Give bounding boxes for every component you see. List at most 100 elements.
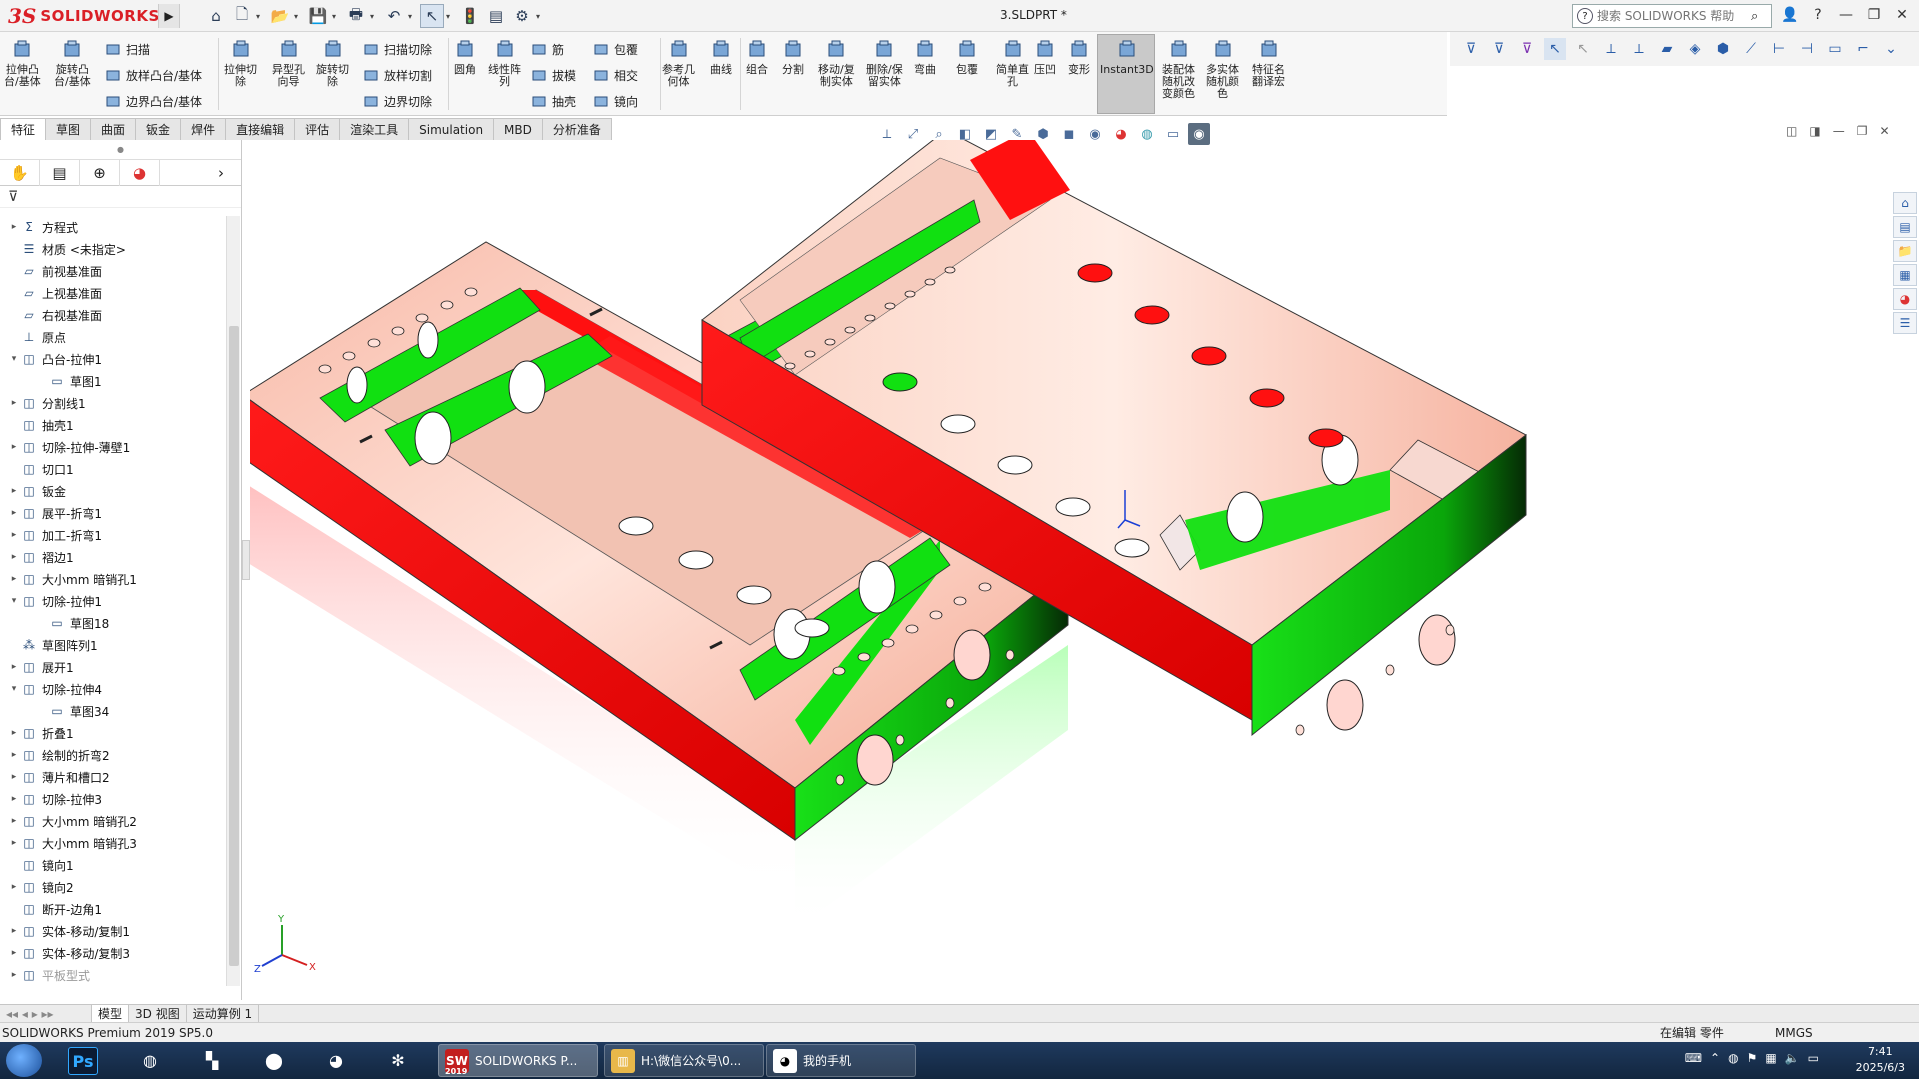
minimize-icon[interactable]: — — [1835, 4, 1857, 26]
expand-arrow-icon[interactable]: ▸ — [8, 948, 20, 958]
expand-arrow-icon[interactable]: ▸ — [8, 398, 20, 408]
view-settings-icon[interactable]: ▭ — [1162, 123, 1184, 145]
ribbon-button-assembly-random-color[interactable]: 装配体 随机改 变颜色 — [1162, 36, 1195, 100]
tree-item[interactable]: ▸ ◫ 折叠1 — [0, 722, 226, 744]
tab-6[interactable]: 评估 — [294, 118, 341, 140]
bottom-tab-0[interactable]: 模型 — [92, 1004, 130, 1023]
filter-faces-icon[interactable]: ⊽ — [1488, 38, 1510, 60]
chrome-icon[interactable]: ◕ — [314, 1045, 358, 1076]
sketch-fillet-icon[interactable]: ⌐ — [1852, 38, 1874, 60]
ribbon-button-instant3d[interactable]: Instant3D — [1100, 36, 1154, 76]
tree-item[interactable]: ▸ ◫ 实体-移动/复制3 — [0, 942, 226, 964]
ribbon-button-revolve-cut[interactable]: 旋转切 除 — [316, 36, 349, 88]
help-search-box[interactable]: ? ⌕ — [1572, 4, 1772, 28]
plane-tool-icon[interactable]: ▰ — [1656, 38, 1678, 60]
expand-arrow-icon[interactable]: ▸ — [8, 926, 20, 936]
ribbon-button-draft[interactable]: 拔模 — [530, 64, 576, 86]
tree-item[interactable]: ▸ ◫ 薄片和槽口2 — [0, 766, 226, 788]
expand-arrow-icon[interactable]: ▸ — [8, 882, 20, 892]
more-tools-icon[interactable]: ⌄ — [1880, 38, 1902, 60]
hide-show-icon[interactable]: ◉ — [1084, 123, 1106, 145]
propertymanager-tab-icon[interactable]: ▤ — [40, 159, 80, 186]
help-search-input[interactable] — [1597, 9, 1747, 23]
options-gear-icon[interactable]: ⚙ — [510, 4, 534, 28]
ribbon-button-lofted-cut[interactable]: 放样切割 — [362, 64, 432, 86]
filter-edges-icon[interactable]: ⊽ — [1516, 38, 1538, 60]
zoom-to-fit-icon[interactable]: ⤢ — [902, 123, 924, 145]
undo-icon[interactable]: ↶ — [382, 4, 406, 28]
tab-5[interactable]: 直接编辑 — [225, 118, 296, 140]
expand-arrow-icon[interactable]: ▸ — [8, 970, 20, 980]
ribbon-button-rib[interactable]: 筋 — [530, 38, 564, 60]
panel-splitter-handle[interactable] — [242, 540, 250, 580]
tree-item[interactable]: ▭ 草图18 — [0, 612, 226, 634]
expand-arrow-icon[interactable]: ▸ — [8, 222, 20, 232]
design-library-icon[interactable]: ▤ — [1893, 216, 1917, 238]
ribbon-button-indent[interactable]: 压凹 — [1032, 36, 1058, 76]
expand-arrow-icon[interactable]: ▸ — [8, 486, 20, 496]
part-icon[interactable]: ⬢ — [1712, 38, 1734, 60]
tab-8[interactable]: Simulation — [408, 118, 495, 140]
user-account-icon[interactable]: 👤 — [1779, 4, 1801, 26]
tree-item[interactable]: ▸ Σ 方程式 — [0, 216, 226, 238]
collapse-arrow-icon[interactable]: ▾ — [8, 354, 20, 364]
tab-1[interactable]: 草图 — [45, 118, 92, 140]
expand-arrow-icon[interactable]: ▸ — [8, 728, 20, 738]
print-icon[interactable]: 🖶 — [344, 4, 368, 28]
system-clock[interactable]: 7:41 2025/6/3 — [1856, 1044, 1905, 1076]
taskbar-window-1[interactable]: ▥ H:\微信公众号\0... — [604, 1044, 764, 1077]
ribbon-button-split[interactable]: 分割 — [780, 36, 806, 76]
undo-dropdown-icon[interactable]: ▾ — [408, 12, 418, 21]
dynamic-annotation-icon[interactable]: ✎ — [1006, 123, 1028, 145]
tree-item[interactable]: ▸ ◫ 实体-移动/复制1 — [0, 920, 226, 942]
ribbon-button-delete-keep-body[interactable]: 删除/保 留实体 — [866, 36, 903, 88]
solidworks-logo[interactable]: 3S SOLIDWORKS — [8, 2, 160, 30]
tree-item[interactable]: ▾ ◫ 切除-拉伸1 — [0, 590, 226, 612]
select-pointer-icon[interactable]: ↖ — [420, 4, 444, 28]
viewport-minimize-icon[interactable]: — — [1833, 124, 1845, 138]
expand-arrow-icon[interactable]: ▸ — [8, 772, 20, 782]
new-file-icon[interactable]: 🗋 — [230, 4, 254, 28]
ribbon-button-feature-name-macro[interactable]: 特征名 翻译宏 — [1252, 36, 1285, 88]
tree-item[interactable]: ▸ ◫ 平板型式 — [0, 964, 226, 986]
view-selector-icon[interactable]: ⟂ — [876, 123, 898, 145]
expand-arrow-icon[interactable]: ▸ — [8, 508, 20, 518]
tree-scrollbar[interactable] — [226, 216, 240, 986]
search-icon[interactable]: ⌕ — [1751, 9, 1758, 24]
taskbar-window-0[interactable]: SW 2019 SOLIDWORKS P... — [438, 1044, 598, 1077]
expand-arrow-icon[interactable]: ▸ — [8, 794, 20, 804]
tree-item[interactable]: ▱ 右视基准面 — [0, 304, 226, 326]
save-dropdown-icon[interactable]: ▾ — [332, 12, 342, 21]
color-app-icon[interactable]: ▚ — [190, 1045, 234, 1076]
model-viewport[interactable]: Y X Z — [250, 140, 1919, 1004]
tree-item[interactable]: ▸ ◫ 大小mm 暗销孔2 — [0, 810, 226, 832]
tool-app-icon[interactable]: ✻ — [376, 1045, 420, 1076]
tab-0[interactable]: 特征 — [0, 118, 47, 140]
chevron-up-icon[interactable]: ⌃ — [1710, 1051, 1720, 1065]
panel-expand-arrow-icon[interactable]: › — [160, 160, 230, 186]
tree-item[interactable]: ☰ 材质 <未指定> — [0, 238, 226, 260]
tree-item[interactable]: ▸ ◫ 展开1 — [0, 656, 226, 678]
apply-scene-icon[interactable]: ◍ — [1136, 123, 1158, 145]
tree-item[interactable]: ◫ 抽壳1 — [0, 414, 226, 436]
ribbon-button-loft[interactable]: 放样凸台/基体 — [104, 64, 202, 86]
displaymanager-tab-icon[interactable]: ◕ — [120, 159, 160, 186]
ribbon-button-extrude-boss[interactable]: 拉伸凸 台/基体 — [4, 36, 41, 88]
line-icon[interactable]: ⟋ — [1740, 38, 1762, 60]
expand-arrow-icon[interactable]: ▸ — [8, 552, 20, 562]
tab-10[interactable]: 分析准备 — [541, 118, 612, 140]
ribbon-button-simple-hole[interactable]: 简单直 孔 — [996, 36, 1029, 88]
tree-item[interactable]: ▸ ◫ 切除-拉伸-薄壁1 — [0, 436, 226, 458]
open-file-icon[interactable]: 📂 — [268, 4, 292, 28]
ribbon-button-hole-wizard[interactable]: 异型孔 向导 — [272, 36, 305, 88]
keyboard-icon[interactable]: ⌨ — [1685, 1051, 1702, 1065]
photoshop-icon[interactable]: Ps — [68, 1047, 98, 1075]
viewport-close-icon[interactable]: ✕ — [1879, 124, 1889, 138]
dimension-icon[interactable]: ⊢ — [1768, 38, 1790, 60]
custom-properties-icon[interactable]: ☰ — [1893, 312, 1917, 334]
section-view-icon[interactable]: ◩ — [980, 123, 1002, 145]
tab-4[interactable]: 焊件 — [180, 118, 227, 140]
tab-scroll-arrows[interactable]: ◂◂ ◂ ▸ ▸▸ — [0, 1004, 92, 1023]
flag-icon[interactable]: ⚑ — [1747, 1051, 1758, 1065]
viewport-next-icon[interactable]: ◨ — [1809, 124, 1820, 138]
